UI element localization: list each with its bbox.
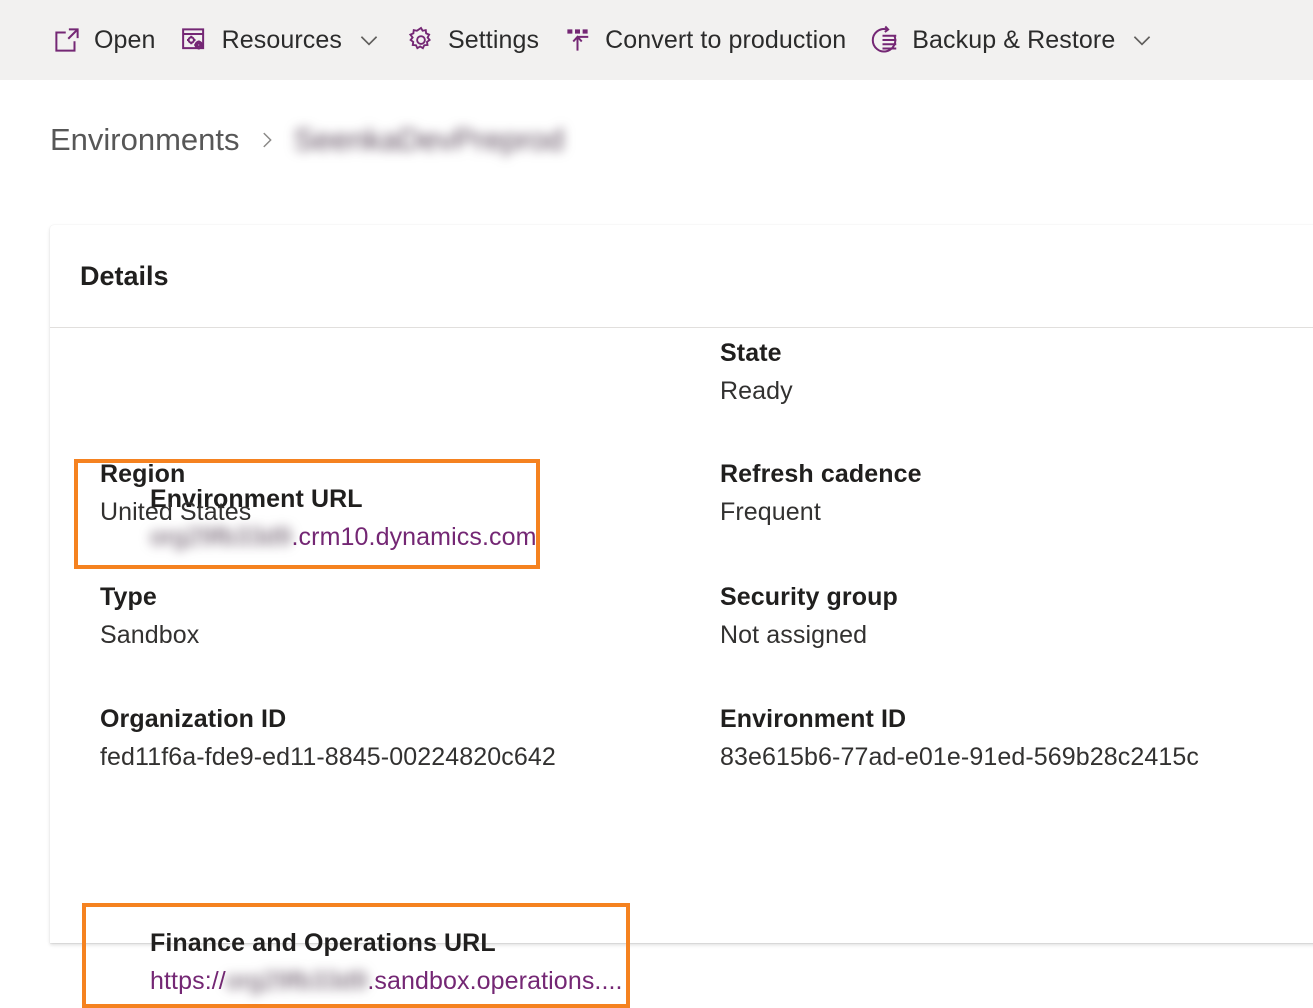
command-open[interactable]: Open — [40, 12, 168, 68]
field-environment-url-value-suffix: .crm10.dynamics.com — [291, 523, 537, 551]
resources-icon — [180, 25, 210, 55]
command-backup-restore[interactable]: Backup & Restore — [858, 12, 1167, 68]
command-resources-label: Resources — [221, 25, 342, 54]
command-convert-to-production-label: Convert to production — [605, 25, 847, 54]
field-finance-operations-url-value[interactable]: https://org29fb33d9.sandbox.operations..… — [150, 962, 623, 1000]
command-bar: Open Resources Settings Convert to produ… — [0, 0, 1313, 80]
command-settings-label: Settings — [447, 25, 540, 54]
field-refresh-cadence-value: Frequent — [720, 498, 821, 526]
field-finance-operations-url-label: Finance and Operations URL — [150, 929, 496, 957]
field-finance-operations-url-scheme: https:// — [150, 967, 226, 995]
field-organization-id-label: Organization ID — [100, 705, 287, 733]
field-security-group-label: Security group — [720, 583, 898, 611]
field-security-group-value: Not assigned — [720, 621, 868, 649]
field-finance-operations-url: Finance and Operations URL https://org29… — [150, 924, 623, 1000]
command-open-label: Open — [94, 25, 156, 54]
command-backup-restore-label: Backup & Restore — [912, 25, 1116, 54]
field-type-value: Sandbox — [100, 621, 200, 649]
field-region: Region United States — [100, 455, 251, 531]
chevron-down-icon[interactable] — [1129, 27, 1155, 53]
field-organization-id: Organization ID fed11f6a-fde9-ed11-8845-… — [100, 700, 556, 776]
gear-icon — [406, 25, 436, 55]
details-card-body: Environment URL org29fb33d9.crm10.dynami… — [50, 328, 1313, 1008]
field-state: State Ready — [720, 334, 793, 410]
field-type-label: Type — [100, 583, 157, 611]
breadcrumb-item-current: SeenkaDevPreprod — [293, 122, 565, 157]
field-organization-id-value: fed11f6a-fde9-ed11-8845-00224820c642 — [100, 743, 556, 771]
convert-up-arrow-icon — [563, 25, 593, 55]
details-card-header: Details — [50, 225, 1313, 328]
field-environment-id-label: Environment ID — [720, 705, 907, 733]
breadcrumb-item-environments[interactable]: Environments — [50, 122, 240, 158]
field-environment-id-value: 83e615b6-77ad-e01e-91ed-569b28c2415c — [720, 743, 1200, 771]
breadcrumb: Environments SeenkaDevPreprod — [50, 112, 564, 168]
chevron-down-icon[interactable] — [356, 27, 382, 53]
details-card: Details Environment URL org29fb33d9.crm1… — [50, 225, 1313, 1008]
command-resources[interactable]: Resources — [168, 12, 394, 68]
backup-restore-icon — [870, 25, 900, 55]
chevron-right-icon — [256, 126, 278, 154]
field-region-value: United States — [100, 498, 252, 526]
field-type: Type Sandbox — [100, 578, 199, 654]
status-badge: Ready — [720, 377, 793, 405]
field-finance-operations-url-value-suffix: .sandbox.operations.... — [367, 967, 623, 995]
field-security-group: Security group Not assigned — [720, 578, 898, 654]
open-in-new-window-icon — [52, 25, 82, 55]
field-environment-id: Environment ID 83e615b6-77ad-e01e-91ed-5… — [720, 700, 1199, 776]
command-convert-to-production[interactable]: Convert to production — [551, 12, 858, 68]
field-refresh-cadence: Refresh cadence Frequent — [720, 455, 922, 531]
field-refresh-cadence-label: Refresh cadence — [720, 460, 922, 488]
field-finance-operations-url-value-redacted: org29fb33d9 — [225, 967, 368, 995]
command-settings[interactable]: Settings — [394, 12, 551, 68]
field-region-label: Region — [100, 460, 186, 488]
field-state-label: State — [720, 339, 782, 367]
page-title: Details — [80, 260, 169, 291]
